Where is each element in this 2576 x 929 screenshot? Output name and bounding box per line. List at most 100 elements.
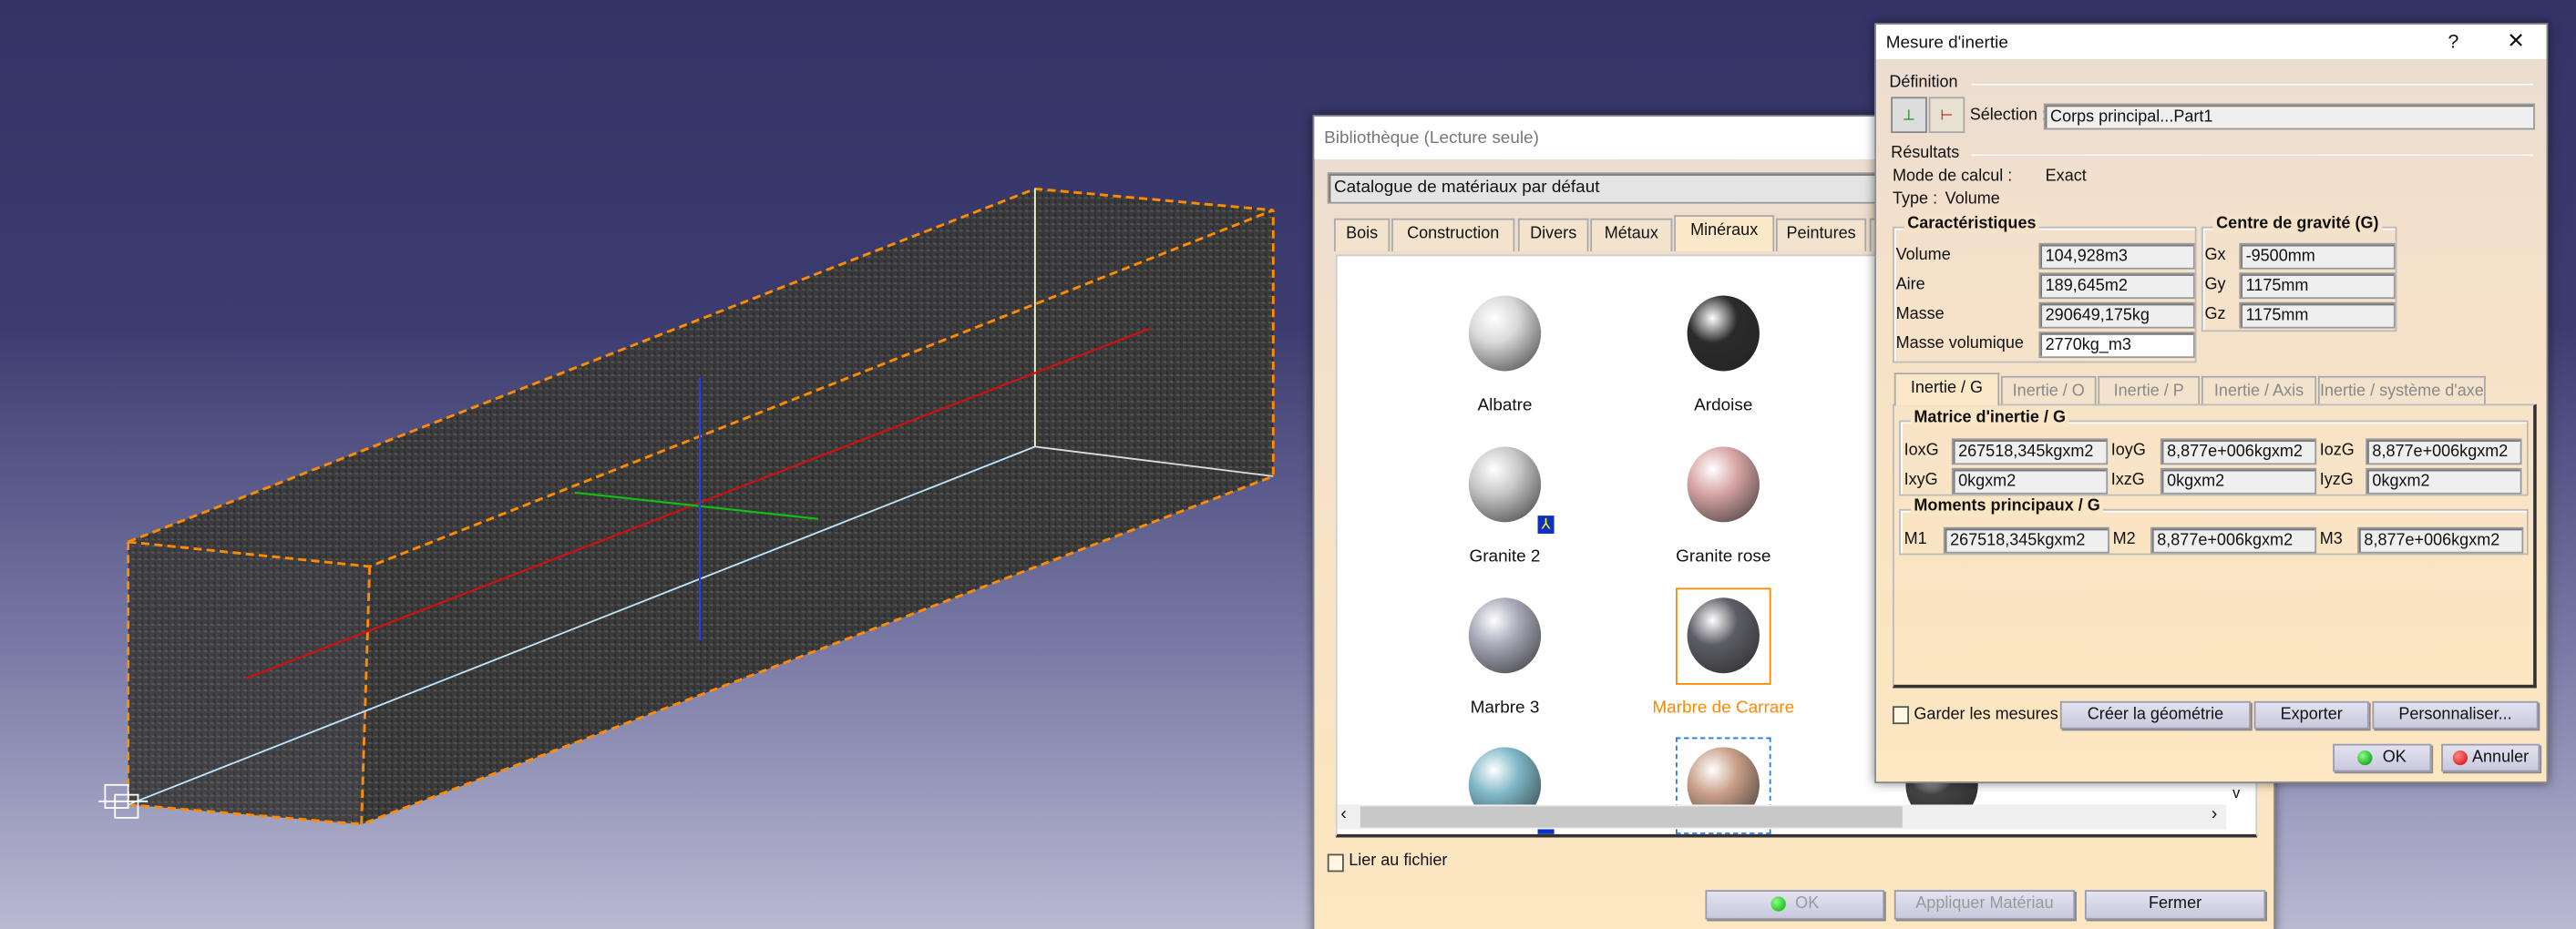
tab-divers[interactable]: Divers [1517, 218, 1589, 251]
matrix-title: Matrice d'inertie / G [1910, 408, 2069, 427]
moments-title: Moments principaux / G [1910, 497, 2104, 516]
tab-inertia-0[interactable]: Inertie / G [1894, 373, 2000, 406]
gravity-title: Centre de gravité (G) [2212, 215, 2383, 234]
material-label[interactable]: Albatre [1406, 396, 1603, 416]
material-sphere-marbre-de-carrare[interactable] [1687, 597, 1760, 674]
char-value-field[interactable]: 2770kg_m3 [2038, 332, 2195, 359]
calc-mode-label: Mode de calcul : [1892, 167, 2013, 186]
gravity-label: Gx [2204, 246, 2226, 265]
keep-measures-label: Garder les mesures [1914, 706, 2058, 725]
tab-inertia-3[interactable]: Inertie / Axis [2201, 375, 2317, 406]
gravity-value-field: 1175mm [2239, 272, 2396, 300]
separator [1971, 154, 2534, 157]
matrix-value-field: 8,877e+006kgxm2 [2160, 438, 2317, 465]
matrix-value-field: 0kgxm2 [1951, 467, 2109, 495]
matrix-label: IxyG [1904, 471, 1938, 490]
matrix-value-field: 0kgxm2 [2366, 467, 2522, 495]
selection-field[interactable]: Corps principal...Part1 [2043, 103, 2535, 130]
export-button[interactable]: Exporter [2253, 700, 2369, 730]
matrix-label: IyzG [2319, 471, 2354, 490]
moment-label: M2 [2112, 530, 2136, 549]
tab-minéraux[interactable]: Minéraux [1674, 215, 1775, 251]
char-label: Volume [1895, 246, 1951, 265]
catia-workspace: Bibliothèque (Lecture seule) Catalogue d… [0, 0, 2576, 929]
moment-label: M1 [1904, 530, 1927, 549]
material-sphere-marbre-3[interactable] [1468, 597, 1542, 674]
definition-label: Définition [1889, 74, 1958, 92]
measure-inertia-2d-icon[interactable]: ⊢ [1928, 97, 1965, 134]
close-button[interactable]: ✕ [2507, 28, 2525, 55]
box-end-face[interactable] [128, 541, 370, 825]
gravity-value-field: -9500mm [2239, 242, 2396, 270]
char-value-field: 290649,175kg [2038, 301, 2195, 329]
horizontal-scrollbar[interactable]: ‹ › [1337, 804, 2226, 830]
measure-inertia-3d-icon[interactable]: ⊥ [1891, 97, 1927, 134]
inertia-measure-dialog: Mesure d'inertie ? ✕ Définition ⊥ ⊢ Séle… [1874, 23, 2549, 783]
inertia-titlebar: Mesure d'inertie ? ✕ [1875, 25, 2547, 59]
scrollbar-thumb[interactable] [1360, 806, 1903, 828]
tab-inertia-2[interactable]: Inertie / P [2098, 375, 2201, 406]
tab-construction[interactable]: Construction [1391, 218, 1515, 251]
ok-label: OK [2382, 749, 2407, 767]
library-ok-button[interactable]: OK [1705, 890, 1884, 920]
moment-label: M3 [2319, 530, 2343, 549]
help-button[interactable]: ? [2448, 29, 2458, 52]
matrix-label: IozG [2319, 441, 2355, 460]
cancel-label: Annuler [2471, 749, 2530, 767]
char-label: Masse volumique [1895, 334, 2024, 353]
tab-peintures[interactable]: Peintures [1775, 218, 1867, 251]
material-label[interactable]: Granite rose [1625, 546, 1822, 567]
apply-material-button[interactable]: Appliquer Matériau [1894, 890, 2076, 920]
calc-mode-value: Exact [2045, 167, 2087, 186]
material-label[interactable]: Marbre de Carrare [1625, 698, 1822, 718]
scroll-right-arrow[interactable]: › [2212, 804, 2218, 824]
material-label[interactable]: Ardoise [1625, 396, 1822, 416]
scroll-down-arrow[interactable]: v [2232, 785, 2240, 801]
inertia-title: Mesure d'inertie [1885, 32, 2008, 52]
material-sphere-albatre[interactable] [1468, 295, 1542, 372]
customize-button[interactable]: Personnaliser... [2372, 700, 2539, 730]
matrix-label: IoyG [2110, 441, 2146, 460]
gravity-label: Gz [2204, 305, 2226, 324]
char-value-field: 189,645m2 [2038, 272, 2195, 300]
characteristics-title: Caractéristiques [1904, 215, 2040, 234]
material-label[interactable]: Granite 2 [1406, 546, 1603, 567]
matrix-value-field: 8,877e+006kgxm2 [2366, 438, 2522, 465]
create-geometry-button[interactable]: Créer la géométrie [2059, 700, 2252, 730]
type-value: Volume [1945, 190, 2000, 209]
moment-value-field: 267518,345kgxm2 [1943, 526, 2109, 554]
material-sphere-granite-2[interactable] [1468, 446, 1542, 523]
user-material-icon: ⅄ [1537, 516, 1555, 534]
link-file-label: Lier au fichier [1349, 852, 1448, 871]
red-light-icon [2452, 750, 2468, 765]
matrix-label: IxzG [2110, 471, 2145, 490]
ok-button[interactable]: OK [2333, 743, 2432, 772]
close-library-button[interactable]: Fermer [2084, 890, 2266, 920]
tab-bois[interactable]: Bois [1333, 218, 1391, 251]
gravity-label: Gy [2204, 275, 2226, 294]
cancel-button[interactable]: Annuler [2441, 743, 2540, 772]
char-label: Masse [1895, 305, 1945, 324]
moment-value-field: 8,877e+006kgxm2 [2150, 526, 2317, 554]
type-label: Type : [1892, 190, 1938, 209]
scroll-left-arrow[interactable]: ‹ [1340, 804, 1347, 824]
tab-inertia-4[interactable]: Inertie / système d'axe [2317, 375, 2486, 406]
moment-value-field: 8,877e+006kgxm2 [2357, 526, 2524, 554]
char-value-field: 104,928m3 [2038, 242, 2195, 270]
gravity-value-field: 1175mm [2239, 301, 2396, 329]
tab-inertia-1[interactable]: Inertie / O [2000, 375, 2097, 406]
ok-label: OK [1795, 894, 1820, 914]
material-sphere-granite-rose[interactable] [1687, 446, 1760, 523]
results-label: Résultats [1891, 144, 1960, 163]
tab-métaux[interactable]: Métaux [1590, 218, 1673, 251]
char-label: Aire [1895, 275, 1925, 294]
keep-measures-checkbox[interactable] [1892, 706, 1910, 725]
green-light-icon [1770, 896, 1786, 912]
material-label[interactable]: Marbre 3 [1406, 698, 1603, 718]
selection-label: Sélection : [1969, 107, 2047, 126]
link-file-checkbox[interactable] [1327, 853, 1344, 873]
material-sphere-ardoise[interactable] [1687, 295, 1760, 372]
matrix-value-field: 0kgxm2 [2160, 467, 2317, 495]
green-light-icon [2357, 750, 2373, 765]
separator [1971, 83, 2534, 86]
